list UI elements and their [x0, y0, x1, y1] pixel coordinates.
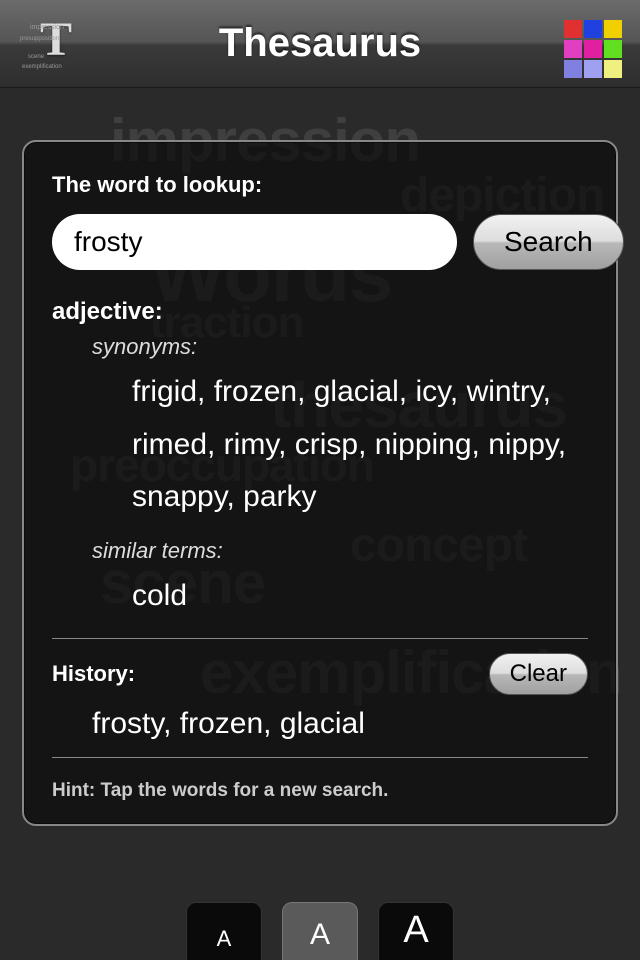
color-swatch	[604, 60, 622, 78]
search-input[interactable]	[52, 214, 457, 270]
header-bar: T impression presupposition scene exempl…	[0, 0, 640, 88]
color-swatch	[564, 60, 582, 78]
main-card: The word to lookup: Search adjective: sy…	[22, 140, 618, 826]
search-label: The word to lookup:	[52, 172, 588, 198]
similar-terms-list[interactable]: cold	[132, 570, 588, 623]
color-swatch	[564, 20, 582, 38]
color-grid-button[interactable]	[564, 20, 622, 78]
synonyms-list[interactable]: frigid, frozen, glacial, icy, wintry, ri…	[132, 366, 588, 524]
part-of-speech-label: adjective:	[52, 298, 588, 326]
app-logo: T impression presupposition scene exempl…	[28, 18, 86, 76]
color-swatch	[564, 40, 582, 58]
font-size-row: A A A	[0, 902, 640, 960]
color-swatch	[584, 40, 602, 58]
history-label: History:	[52, 661, 135, 687]
search-button[interactable]: Search	[473, 214, 624, 270]
color-swatch	[604, 40, 622, 58]
hint-text: Hint: Tap the words for a new search.	[52, 780, 588, 802]
history-row: History: Clear	[52, 653, 588, 695]
clear-history-button[interactable]: Clear	[489, 653, 588, 695]
divider	[52, 757, 588, 758]
font-small-button[interactable]: A	[186, 902, 262, 960]
color-swatch	[584, 60, 602, 78]
history-list[interactable]: frosty, frozen, glacial	[92, 707, 588, 741]
color-swatch	[584, 20, 602, 38]
synonyms-label: synonyms:	[92, 334, 588, 360]
divider	[52, 638, 588, 639]
similar-terms-label: similar terms:	[92, 538, 588, 564]
color-swatch	[604, 20, 622, 38]
font-large-button[interactable]: A	[378, 902, 454, 960]
font-medium-button[interactable]: A	[282, 902, 358, 960]
search-row: Search	[52, 214, 588, 270]
page-title: Thesaurus	[219, 21, 421, 66]
